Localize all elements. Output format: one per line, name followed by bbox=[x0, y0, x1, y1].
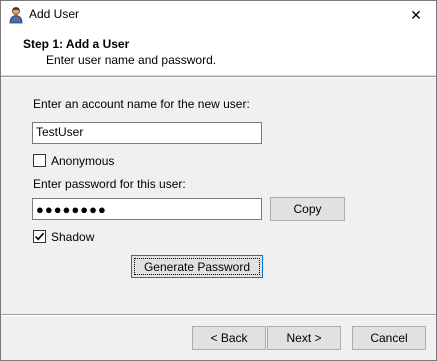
anonymous-checkbox[interactable] bbox=[33, 154, 46, 167]
title-bar: Add User ✕ bbox=[1, 1, 436, 29]
copy-button[interactable]: Copy bbox=[270, 197, 345, 221]
cancel-button[interactable]: Cancel bbox=[352, 326, 426, 350]
password-label: Enter password for this user: bbox=[33, 177, 186, 191]
step-subtitle: Enter user name and password. bbox=[46, 53, 217, 67]
cancel-button-label: Cancel bbox=[370, 331, 408, 345]
next-button-label: Next > bbox=[286, 331, 322, 345]
footer-divider bbox=[1, 314, 436, 316]
back-button[interactable]: < Back bbox=[192, 326, 266, 350]
checkmark-icon bbox=[34, 232, 45, 241]
copy-button-label: Copy bbox=[293, 202, 322, 216]
shadow-label: Shadow bbox=[51, 230, 95, 244]
password-input[interactable]: ●●●●●●●● bbox=[32, 198, 262, 220]
add-user-dialog: Add User ✕ Step 1: Add a User Enter user… bbox=[0, 0, 437, 361]
shadow-checkbox[interactable] bbox=[33, 230, 46, 243]
next-button[interactable]: Next > bbox=[267, 326, 341, 350]
focus-ring bbox=[134, 258, 260, 275]
close-icon: ✕ bbox=[410, 6, 422, 23]
window-title: Add User bbox=[29, 7, 80, 21]
generate-password-button[interactable]: Generate Password bbox=[131, 255, 263, 278]
account-name-label: Enter an account name for the new user: bbox=[33, 97, 250, 111]
close-button[interactable]: ✕ bbox=[396, 1, 436, 29]
header-divider bbox=[1, 76, 436, 78]
wizard-header: Step 1: Add a User Enter user name and p… bbox=[1, 29, 436, 76]
back-button-label: < Back bbox=[210, 331, 248, 345]
user-icon bbox=[8, 6, 24, 24]
anonymous-label: Anonymous bbox=[51, 154, 115, 168]
step-title: Step 1: Add a User bbox=[23, 37, 130, 51]
account-name-input[interactable]: TestUser bbox=[32, 122, 262, 144]
